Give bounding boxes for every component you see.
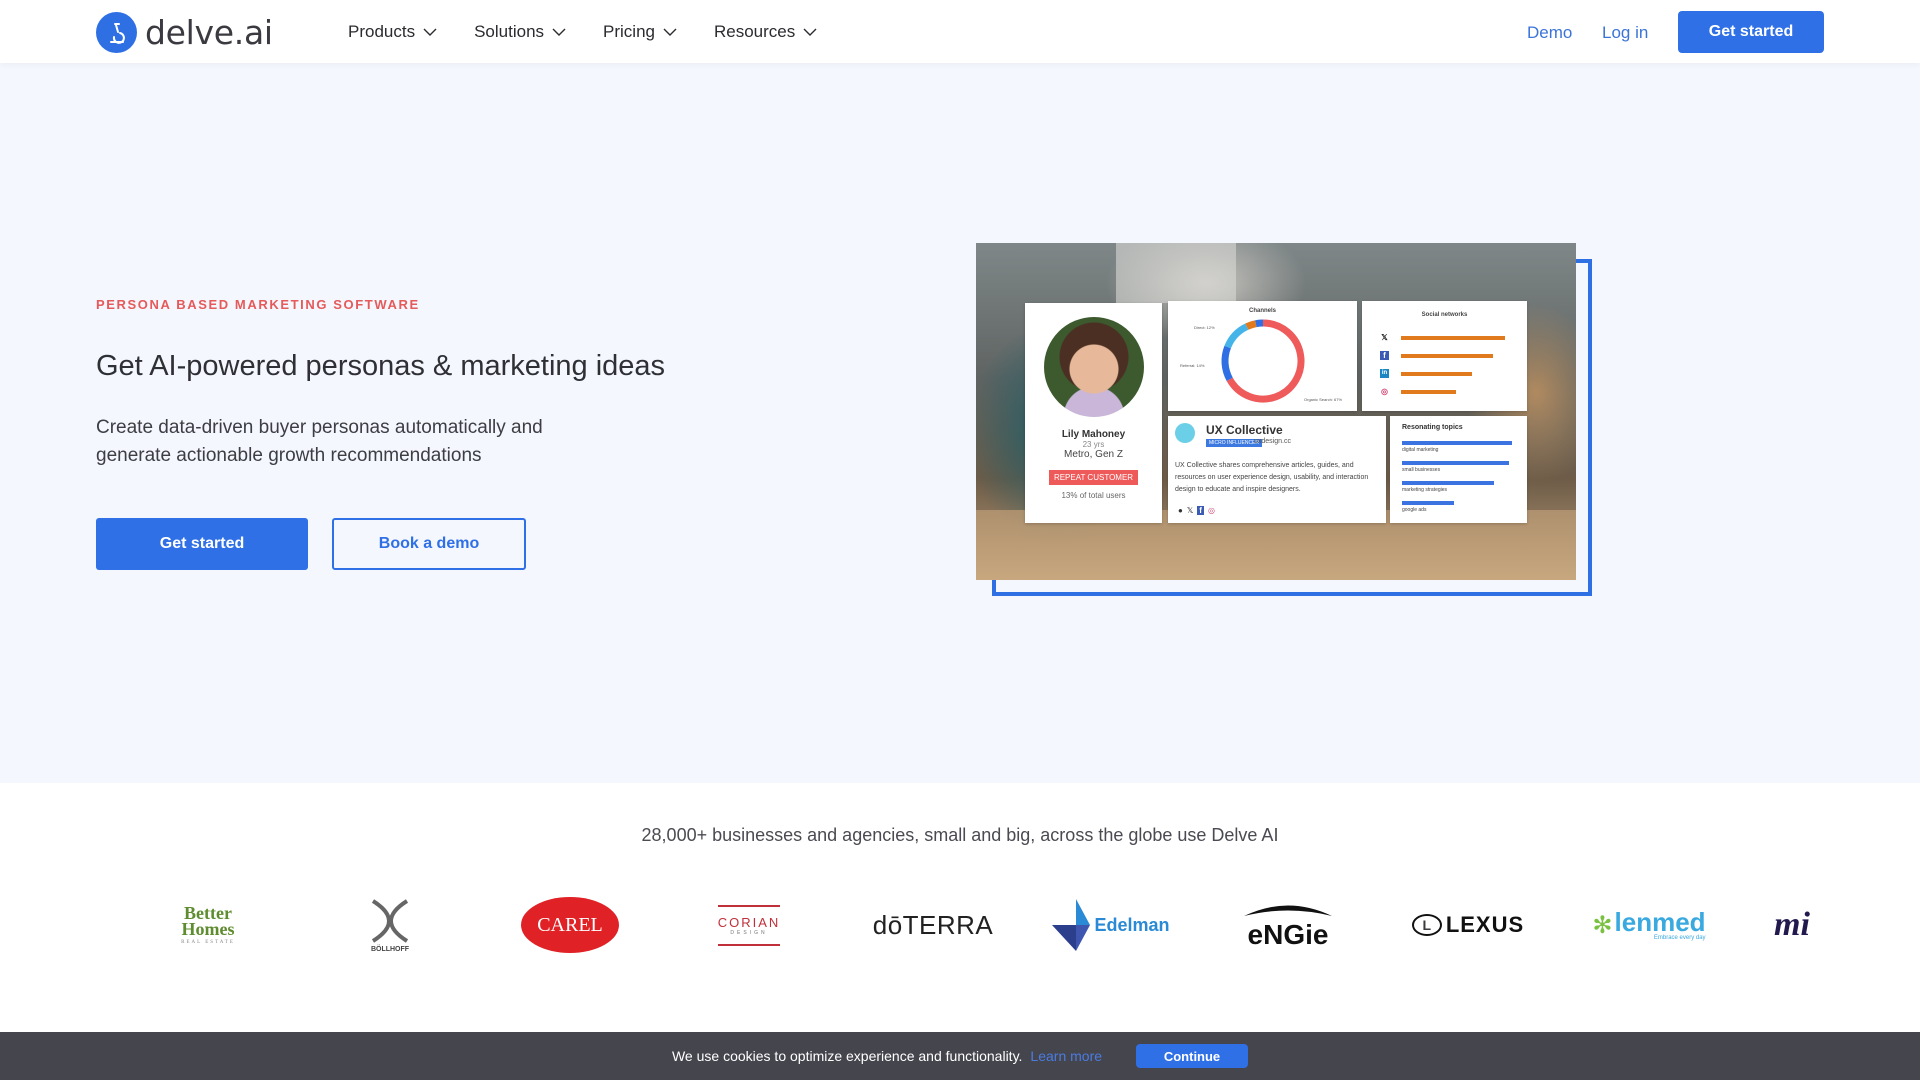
influencer-description: UX Collective shares comprehensive artic… — [1175, 462, 1369, 493]
logo-lenmed: ✻ lenmed Embrace every day — [1592, 907, 1706, 941]
chevron-down-icon — [803, 28, 817, 36]
cookie-banner: We use cookies to optimize experience an… — [0, 1032, 1920, 1080]
topic-label: small businesses — [1402, 467, 1441, 473]
photo-background-wall — [1116, 243, 1236, 303]
channel-label-referral: Referral: 14% — [1180, 363, 1205, 368]
svg-text:BÖLLHOFF: BÖLLHOFF — [371, 944, 410, 953]
logo-better-homes: Better Homes REAL ESTATE — [181, 902, 235, 945]
hero-headline: Get AI-powered personas & marketing idea… — [96, 350, 666, 382]
microscope-icon — [96, 12, 137, 53]
influencer-name: UX Collective — [1206, 423, 1283, 437]
social-row: f — [1380, 351, 1493, 360]
donut-segment-referral — [1221, 345, 1233, 381]
logo-engie: eNGie — [1236, 895, 1340, 955]
persona-age: 23 yrs — [1082, 440, 1105, 449]
logo-text: delve.ai — [145, 13, 273, 52]
get-started-button[interactable]: Get started — [96, 518, 308, 570]
influencer-card: UX Collective MICRO INFLUENCER uxdesign.… — [1168, 416, 1386, 523]
social-row: 𝕏 — [1380, 333, 1505, 342]
topic-row: small businesses — [1402, 461, 1509, 473]
logo-corian: CORIAN DESIGN — [712, 895, 786, 955]
chevron-down-icon — [423, 28, 437, 36]
topic-label: marketing strategies — [1402, 487, 1448, 493]
social-bar — [1401, 335, 1505, 340]
social-networks-card: Social networks 𝕏f in ◎ — [1362, 301, 1527, 411]
social-bar — [1401, 353, 1493, 358]
hero-eyebrow: PERSONA BASED MARKETING SOFTWARE — [96, 297, 420, 312]
nav-label: Resources — [714, 21, 796, 41]
cookie-text: We use cookies to optimize experience an… — [671, 1048, 1023, 1064]
linkedin-icon: in — [1380, 369, 1389, 378]
facebook-icon: f — [1380, 351, 1389, 360]
cookie-learn-more-link[interactable]: Learn more — [1030, 1048, 1102, 1064]
topic-label: google ads — [1402, 507, 1427, 513]
logo-bollhoff: BÖLLHOFF — [360, 895, 420, 955]
nav-label: Products — [348, 21, 416, 41]
social-row: in — [1380, 369, 1472, 378]
persona-location: Metro, Gen Z — [1064, 449, 1123, 460]
social-proof-text: 28,000+ businesses and agencies, small a… — [641, 825, 1279, 845]
social-bar — [1401, 371, 1472, 376]
nav-solutions[interactable]: Solutions — [474, 22, 566, 42]
nav-label: Pricing — [603, 21, 655, 41]
topics-card: Resonating topics digital marketing small… — [1390, 416, 1527, 523]
persona-share: 13% of total users — [1061, 491, 1126, 500]
topic-row: google ads — [1402, 501, 1454, 513]
social-bar — [1401, 389, 1457, 394]
globe-icon: ● — [1178, 506, 1183, 515]
topics-title: Resonating topics — [1402, 424, 1463, 431]
channel-label-direct: Direct: 12% — [1194, 325, 1215, 330]
influencer-logo — [1175, 423, 1195, 443]
header-get-started-button[interactable]: Get started — [1678, 11, 1824, 53]
influencer-social-icons: ● 𝕏 f ◎ — [1178, 506, 1215, 515]
hero-subtext: Create data-driven buyer personas automa… — [96, 417, 543, 466]
persona-avatar — [1043, 317, 1144, 417]
persona-badge: REPEAT CUSTOMER — [1048, 470, 1139, 485]
site-header: delve.ai Products Solutions Pricing Reso… — [0, 0, 1920, 63]
topic-row: digital marketing — [1402, 441, 1512, 453]
chevron-down-icon — [663, 28, 677, 36]
donut-segment-other-2 — [1255, 319, 1264, 328]
logo-lexus: L LEXUS — [1402, 895, 1534, 955]
topic-bar — [1402, 501, 1454, 505]
nav-pricing[interactable]: Pricing — [603, 22, 677, 42]
facebook-icon: f — [1197, 506, 1204, 515]
instagram-icon: ◎ — [1207, 506, 1215, 515]
influencer-domain: uxdesign.cc — [1254, 438, 1291, 445]
donut-segment-other — [1245, 320, 1257, 330]
cookie-continue-button[interactable]: Continue — [1136, 1044, 1249, 1068]
instagram-icon: ◎ — [1381, 387, 1388, 396]
persona-name: Lily Mahoney — [1061, 429, 1126, 440]
nav-resources[interactable]: Resources — [714, 22, 817, 42]
main-nav: Products Solutions Pricing Resources — [348, 0, 854, 63]
logo-doterra: dōTERRA — [872, 909, 994, 940]
x-icon: 𝕏 — [1186, 506, 1194, 515]
topic-bar — [1402, 481, 1495, 485]
channel-label-organic: Organic Search: 67% — [1304, 397, 1343, 402]
logo-carel: CAREL — [519, 895, 621, 955]
book-demo-button[interactable]: Book a demo — [332, 518, 526, 570]
demo-link[interactable]: Demo — [1527, 23, 1572, 43]
channels-card: Channels Direct: 12% Referral: 14% Organ… — [1168, 301, 1357, 411]
chevron-down-icon — [552, 28, 566, 36]
x-icon: 𝕏 — [1381, 333, 1388, 342]
social-row: ◎ — [1380, 387, 1457, 396]
donut-segment-direct — [1224, 323, 1249, 349]
logo-edelman: Edelman — [1046, 895, 1176, 955]
social-title: Social networks — [1421, 312, 1468, 318]
persona-card: Lily Mahoney 23 yrs Metro, Gen Z REPEAT … — [1025, 303, 1162, 523]
nav-label: Solutions — [474, 21, 545, 41]
topic-row: marketing strategies — [1402, 481, 1495, 493]
logo-mi: mi — [1774, 906, 1810, 943]
logo[interactable]: delve.ai — [96, 12, 273, 53]
topic-label: digital marketing — [1402, 447, 1439, 453]
nav-products[interactable]: Products — [348, 22, 437, 42]
topic-bar — [1402, 461, 1509, 465]
topic-bar — [1402, 441, 1512, 445]
login-link[interactable]: Log in — [1602, 23, 1648, 43]
